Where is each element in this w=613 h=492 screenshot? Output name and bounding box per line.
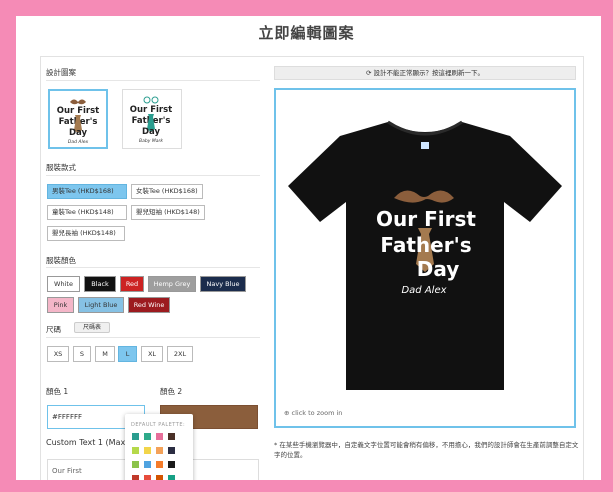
tshirt-preview: Our First Father's Day Dad Alex xyxy=(288,120,562,390)
design-line2: Father's xyxy=(380,233,471,257)
palette-swatch[interactable] xyxy=(131,446,140,455)
palette-swatch[interactable] xyxy=(131,460,140,469)
thumb-name: Dad Alex xyxy=(68,139,89,145)
palette-swatch[interactable] xyxy=(155,460,164,469)
design-preview-icon: Our First Father's Day Dad Alex xyxy=(57,99,99,145)
style-section-label: 服裝款式 xyxy=(46,163,76,172)
thumb-name: Baby Mark xyxy=(139,138,163,144)
mobile-note: * 在某些手機瀏覽器中，自定義文字位置可能會稍有偏移，不用擔心，我們的設計師會在… xyxy=(274,441,579,459)
palette-swatch[interactable] xyxy=(167,474,176,483)
shirt-color-hemp-grey[interactable]: Hemp Grey xyxy=(148,276,196,292)
color2-label: 顏色 2 xyxy=(160,387,183,396)
palette-swatch[interactable] xyxy=(155,446,164,455)
style-option-kids-tee[interactable]: 童裝Tee (HKD$148) xyxy=(47,205,127,220)
design-preview-icon: Our First Father's Day Baby Mark xyxy=(130,96,172,144)
size-option-2xl[interactable]: 2XL xyxy=(167,346,193,362)
palette-title: DEFAULT PALETTE: xyxy=(131,422,186,428)
design-thumb-dad-alex[interactable]: Our First Father's Day Dad Alex xyxy=(48,89,108,149)
divider xyxy=(46,175,260,176)
palette-swatch[interactable] xyxy=(143,446,152,455)
palette-swatch[interactable] xyxy=(155,432,164,441)
custom-text1-label: Custom Text 1 (Max. L xyxy=(46,438,135,447)
size-option-xs[interactable]: XS xyxy=(47,346,69,362)
palette-swatch[interactable] xyxy=(143,460,152,469)
size-option-s[interactable]: S xyxy=(73,346,91,362)
palette-swatch[interactable] xyxy=(167,446,176,455)
shirt-color-light-blue[interactable]: Light Blue xyxy=(78,297,124,313)
design-thumb-baby-mark[interactable]: Our First Father's Day Baby Mark xyxy=(122,89,182,149)
shirt-color-navy-blue[interactable]: Navy Blue xyxy=(200,276,246,292)
design-line1: Our First xyxy=(376,207,476,231)
palette-swatch[interactable] xyxy=(155,474,164,483)
magnifier-icon: ⊕ xyxy=(284,409,290,417)
palette-swatch[interactable] xyxy=(167,432,176,441)
color-palette-popup: DEFAULT PALETTE: xyxy=(125,414,193,492)
thumb-line1: Our First xyxy=(130,105,172,115)
color-section-label: 服裝顏色 xyxy=(46,256,76,265)
size-option-m[interactable]: M xyxy=(95,346,115,362)
size-option-l[interactable]: L xyxy=(118,346,137,362)
color1-label: 顏色 1 xyxy=(46,387,69,396)
thumb-line3: Day xyxy=(69,128,88,138)
refresh-text: 設計不能正常顯示？按這裡刷新一下。 xyxy=(373,69,485,77)
palette-swatch[interactable] xyxy=(143,432,152,441)
style-option-mens-tee[interactable]: 男裝Tee (HKD$168) xyxy=(47,184,127,199)
refresh-design-button[interactable]: ⟳ 設計不能正常顯示？按這裡刷新一下。 xyxy=(274,66,576,80)
palette-swatch[interactable] xyxy=(167,460,176,469)
shirt-color-white[interactable]: White xyxy=(47,276,80,292)
thumb-line3: Day xyxy=(142,127,161,137)
zoom-hint[interactable]: ⊕ click to zoom in xyxy=(284,409,342,417)
palette-swatch[interactable] xyxy=(143,474,152,483)
style-option-baby-short[interactable]: 嬰兒短袖 (HKD$148) xyxy=(131,205,205,220)
product-preview[interactable]: Our First Father's Day Dad Alex xyxy=(274,88,576,428)
shirt-color-red[interactable]: Red xyxy=(120,276,144,292)
shirt-color-pink[interactable]: Pink xyxy=(47,297,74,313)
palette-swatch[interactable] xyxy=(131,432,140,441)
style-option-womens-tee[interactable]: 女裝Tee (HKD$168) xyxy=(131,184,203,199)
design-line3: Day xyxy=(417,257,460,281)
shirt-color-black[interactable]: Black xyxy=(84,276,116,292)
thumb-line1: Our First xyxy=(57,106,99,116)
palette-swatch[interactable] xyxy=(131,474,140,483)
divider xyxy=(46,267,260,268)
refresh-icon: ⟳ xyxy=(365,69,372,77)
design-name: Dad Alex xyxy=(401,285,446,296)
shirt-color-red-wine[interactable]: Red Wine xyxy=(128,297,170,313)
design-section-label: 設計圖案 xyxy=(46,68,76,77)
size-chart-button[interactable]: 尺碼表 xyxy=(74,322,110,333)
size-option-xl[interactable]: XL xyxy=(141,346,163,362)
divider xyxy=(46,80,260,81)
zoom-text: click to zoom in xyxy=(291,409,343,417)
size-section-label: 尺碼 xyxy=(46,325,61,334)
page-title: 立即編輯圖案 xyxy=(258,24,355,42)
style-option-baby-long[interactable]: 嬰兒長袖 (HKD$148) xyxy=(47,226,125,241)
divider xyxy=(46,337,260,338)
